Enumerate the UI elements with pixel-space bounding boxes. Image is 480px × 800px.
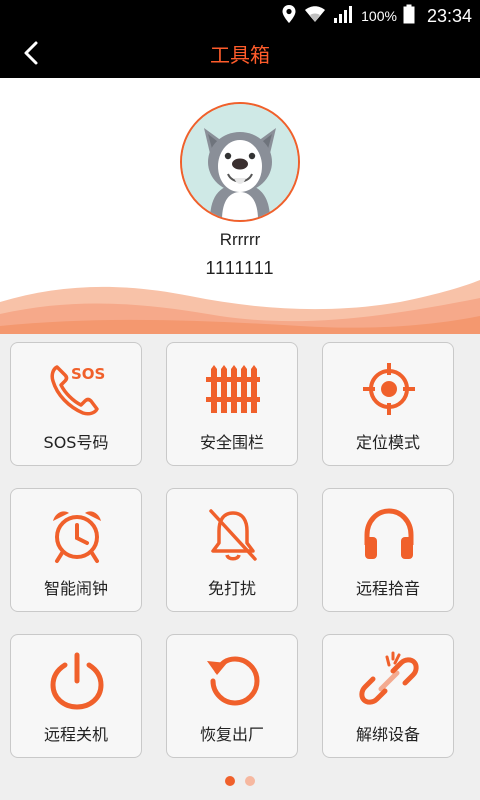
sos-phone-icon: SOS — [47, 359, 107, 419]
tool-label: 解绑设备 — [355, 725, 420, 744]
avatar[interactable] — [180, 102, 300, 222]
wave-decoration — [0, 280, 480, 334]
bell-off-icon — [203, 505, 263, 565]
tool-smart-alarm[interactable]: 智能闹钟 — [10, 488, 142, 612]
page-title: 工具箱 — [210, 43, 270, 67]
tool-label: 安全围栏 — [199, 433, 264, 452]
page-dot[interactable] — [245, 776, 255, 786]
alarm-clock-icon — [47, 505, 107, 565]
tool-label: 恢复出厂 — [199, 725, 264, 744]
profile-header: Rrrrrr 1111111 — [0, 78, 480, 334]
power-icon — [47, 651, 107, 711]
tool-sos[interactable]: SOS SOS号码 — [10, 342, 142, 466]
tool-label: 智能闹钟 — [43, 579, 108, 598]
svg-text:SOS: SOS — [71, 365, 105, 383]
tool-label: 免打扰 — [207, 579, 256, 598]
tool-label: 远程关机 — [43, 725, 108, 744]
tool-label: 远程拾音 — [355, 579, 420, 598]
tool-label: SOS号码 — [43, 433, 109, 452]
clock: 23:34 — [426, 5, 472, 26]
tools-grid: SOS SOS号码 安全围栏 定位模式 智能闹钟 免打扰 远程拾音 远程关机 恢… — [0, 334, 480, 774]
tool-safe-fence[interactable]: 安全围栏 — [166, 342, 298, 466]
tool-label: 定位模式 — [355, 433, 420, 452]
unlink-icon — [359, 651, 419, 711]
target-icon — [359, 359, 419, 419]
signal-icon — [333, 4, 355, 28]
tool-unbind-device[interactable]: 解绑设备 — [322, 634, 454, 758]
status-bar: 100% 23:34 — [0, 0, 480, 32]
wifi-icon — [303, 4, 327, 28]
fence-icon — [203, 359, 263, 419]
tool-do-not-disturb[interactable]: 免打扰 — [166, 488, 298, 612]
page-indicator — [0, 776, 480, 788]
reset-icon — [203, 651, 263, 711]
app-bar: 工具箱 — [0, 32, 480, 78]
headphones-icon — [359, 505, 419, 565]
status-icons: 100% 23:34 — [281, 0, 472, 32]
battery-icon — [403, 4, 415, 28]
tool-factory-reset[interactable]: 恢复出厂 — [166, 634, 298, 758]
dog-avatar-icon — [182, 104, 298, 220]
battery-percent: 100% — [361, 8, 397, 24]
page-dot-active[interactable] — [225, 776, 235, 786]
tool-location-mode[interactable]: 定位模式 — [322, 342, 454, 466]
tool-remote-shutdown[interactable]: 远程关机 — [10, 634, 142, 758]
location-icon — [281, 4, 297, 28]
tool-remote-listen[interactable]: 远程拾音 — [322, 488, 454, 612]
device-name: Rrrrrr — [219, 230, 261, 249]
